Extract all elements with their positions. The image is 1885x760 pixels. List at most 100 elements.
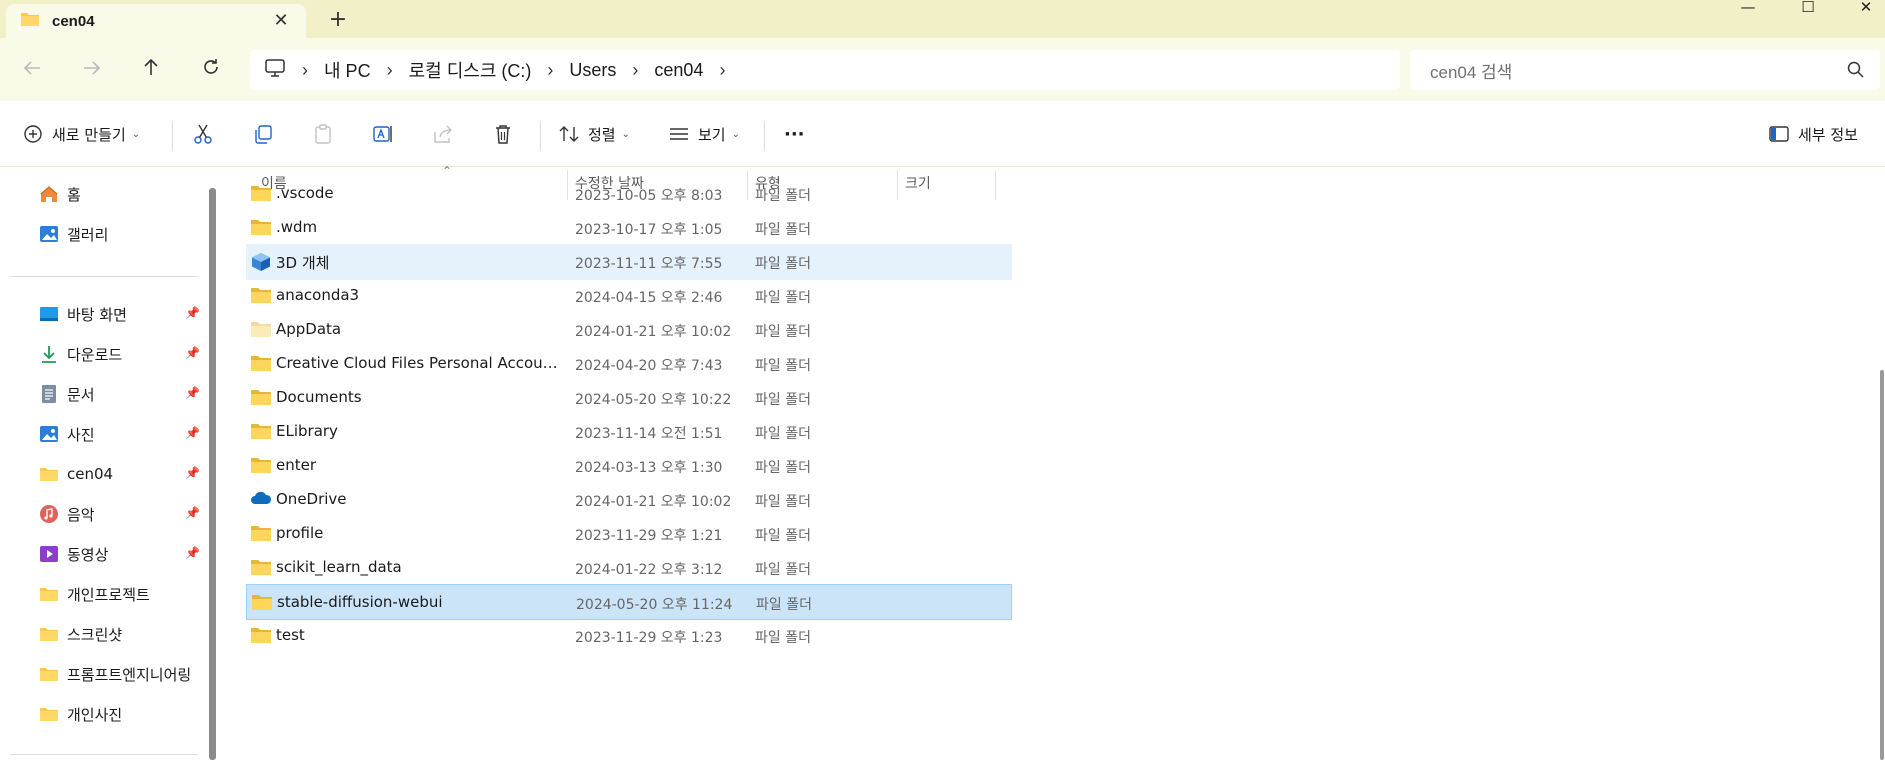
paste-button[interactable] [310,119,336,149]
folder-icon [250,388,272,408]
file-name: enter [276,456,317,474]
file-row[interactable]: profile 2023-11-29 오후 1:21 파일 폴더 [246,516,1012,552]
music-icon [38,503,60,525]
rename-button[interactable] [370,119,396,149]
delete-button[interactable] [490,119,516,149]
file-list-scrollbar[interactable] [1880,370,1884,760]
pin-icon[interactable]: 📌 [185,466,200,480]
tab-cen04[interactable]: cen04 ✕ [6,4,306,38]
file-type: 파일 폴더 [755,256,811,272]
sidebar-item-desktop[interactable]: 바탕 화면 📌 [38,300,200,328]
folder-icon [250,626,272,646]
sidebar-item-pictures[interactable]: 사진 📌 [38,420,200,448]
file-row[interactable]: 3D 개체 2023-11-11 오후 7:55 파일 폴더 [246,244,1012,280]
pin-icon[interactable]: 📌 [185,506,200,520]
new-tab-button[interactable]: + [326,8,350,32]
sidebar-item-label: 문서 [67,385,95,404]
file-modified-date: 2024-03-13 오후 1:30 [575,460,723,476]
rename-icon [370,121,396,147]
onedrive-icon [250,490,272,510]
file-row[interactable]: .vscode 2023-10-05 오후 8:03 파일 폴더 [246,176,1012,212]
file-row[interactable]: Creative Cloud Files Personal Account c.… [246,346,1012,382]
back-button[interactable] [17,55,47,85]
file-row[interactable]: .wdm 2023-10-17 오후 1:05 파일 폴더 [246,210,1012,246]
refresh-button[interactable] [196,55,226,85]
file-row[interactable]: scikit_learn_data 2024-01-22 오후 3:12 파일 폴더 [246,550,1012,586]
file-modified-date: 2023-10-05 오후 8:03 [575,188,723,204]
breadcrumb-this-pc[interactable]: 내 PC [324,57,371,83]
sidebar-item-label: 동영상 [67,545,109,564]
sidebar-item-cen04[interactable]: cen04 📌 [38,460,200,488]
tab-close-icon[interactable]: ✕ [270,10,292,32]
share-button[interactable] [430,119,456,149]
file-row[interactable]: AppData 2024-01-21 오후 10:02 파일 폴더 [246,312,1012,348]
file-row[interactable]: OneDrive 2024-01-21 오후 10:02 파일 폴더 [246,482,1012,518]
3d-objects-icon [250,252,272,272]
pin-icon[interactable]: 📌 [185,306,200,320]
file-row[interactable]: stable-diffusion-webui 2024-05-20 오후 11:2… [246,584,1012,620]
new-button[interactable]: 새로 만들기 ⌄ [20,119,140,149]
sidebar-item-personal-projects[interactable]: 개인프로젝트 [38,580,200,608]
sidebar-item-videos[interactable]: 동영상 📌 [38,540,200,568]
file-row[interactable]: anaconda3 2024-04-15 오후 2:46 파일 폴더 [246,278,1012,314]
file-row[interactable]: Documents 2024-05-20 오후 10:22 파일 폴더 [246,380,1012,416]
divider [10,276,198,277]
address-bar[interactable]: › 내 PC › 로컬 디스크 (C:) › Users › cen04 › [250,50,1400,90]
maximize-button[interactable]: ☐ [1780,0,1836,20]
sidebar-item-home[interactable]: 홈 [38,180,200,208]
plus-circle-icon [20,121,46,147]
pin-icon[interactable]: 📌 [185,426,200,440]
sidebar-item-screenshots[interactable]: 스크린샷 [38,620,200,648]
folder-icon [250,524,272,544]
search-icon[interactable] [1846,60,1866,80]
breadcrumb-local-disk[interactable]: 로컬 디스크 (C:) [409,57,532,83]
view-list-icon [666,121,692,147]
divider [10,754,198,755]
breadcrumb-cen04[interactable]: cen04 [654,60,703,81]
divider [764,121,765,151]
copy-button[interactable] [250,119,276,149]
more-options-button[interactable]: ··· [784,119,805,149]
cut-button[interactable] [190,119,216,149]
file-type: 파일 폴더 [756,597,812,613]
search-input[interactable]: cen04 검색 [1410,50,1880,90]
chevron-down-icon: ⌄ [621,128,630,140]
sort-button[interactable]: 정렬 ⌄ [556,119,630,149]
folder-icon [38,583,60,605]
view-button[interactable]: 보기 ⌄ [666,119,740,149]
sidebar-item-personal-photos[interactable]: 개인사진 [38,700,200,728]
sidebar-item-prompt-engineering[interactable]: 프롬프트엔지니어링 [38,660,200,688]
chevron-right-icon: › [547,59,554,80]
file-type: 파일 폴더 [755,222,811,238]
pin-icon[interactable]: 📌 [185,346,200,360]
sidebar-item-documents[interactable]: 문서 📌 [38,380,200,408]
minimize-button[interactable]: — [1720,0,1776,20]
file-row[interactable]: test 2023-11-29 오후 1:23 파일 폴더 [246,618,1012,654]
gallery-icon [38,223,60,245]
new-label: 새로 만들기 [52,125,126,144]
file-name: OneDrive [276,490,347,508]
sidebar-item-gallery[interactable]: 갤러리 [38,220,200,248]
sidebar-item-music[interactable]: 음악 📌 [38,500,200,528]
breadcrumb-users[interactable]: Users [569,60,616,81]
close-window-button[interactable]: ✕ [1838,0,1885,20]
sidebar-item-downloads[interactable]: 다운로드 📌 [38,340,200,368]
forward-button[interactable] [77,55,107,85]
file-modified-date: 2023-11-29 오후 1:23 [575,630,723,646]
sidebar-item-label: cen04 [67,465,114,483]
file-type: 파일 폴더 [755,392,811,408]
up-button[interactable] [136,55,166,85]
divider [540,121,541,151]
pin-icon[interactable]: 📌 [185,386,200,400]
file-name: Documents [276,388,362,406]
sidebar-scrollbar[interactable] [209,188,216,760]
chevron-right-icon[interactable]: › [719,60,725,81]
chevron-right-icon: › [632,59,639,80]
file-row[interactable]: enter 2024-03-13 오후 1:30 파일 폴더 [246,448,1012,484]
pin-icon[interactable]: 📌 [185,546,200,560]
folder-icon [250,422,272,442]
details-pane-button[interactable]: 세부 정보 [1766,119,1858,149]
folder-icon [38,703,60,725]
file-explorer-window: cen04 ✕ + — ☐ ✕ › 내 PC › 로컬 디스크 (C:) › U… [0,0,1885,760]
file-row[interactable]: ELibrary 2023-11-14 오전 1:51 파일 폴더 [246,414,1012,450]
